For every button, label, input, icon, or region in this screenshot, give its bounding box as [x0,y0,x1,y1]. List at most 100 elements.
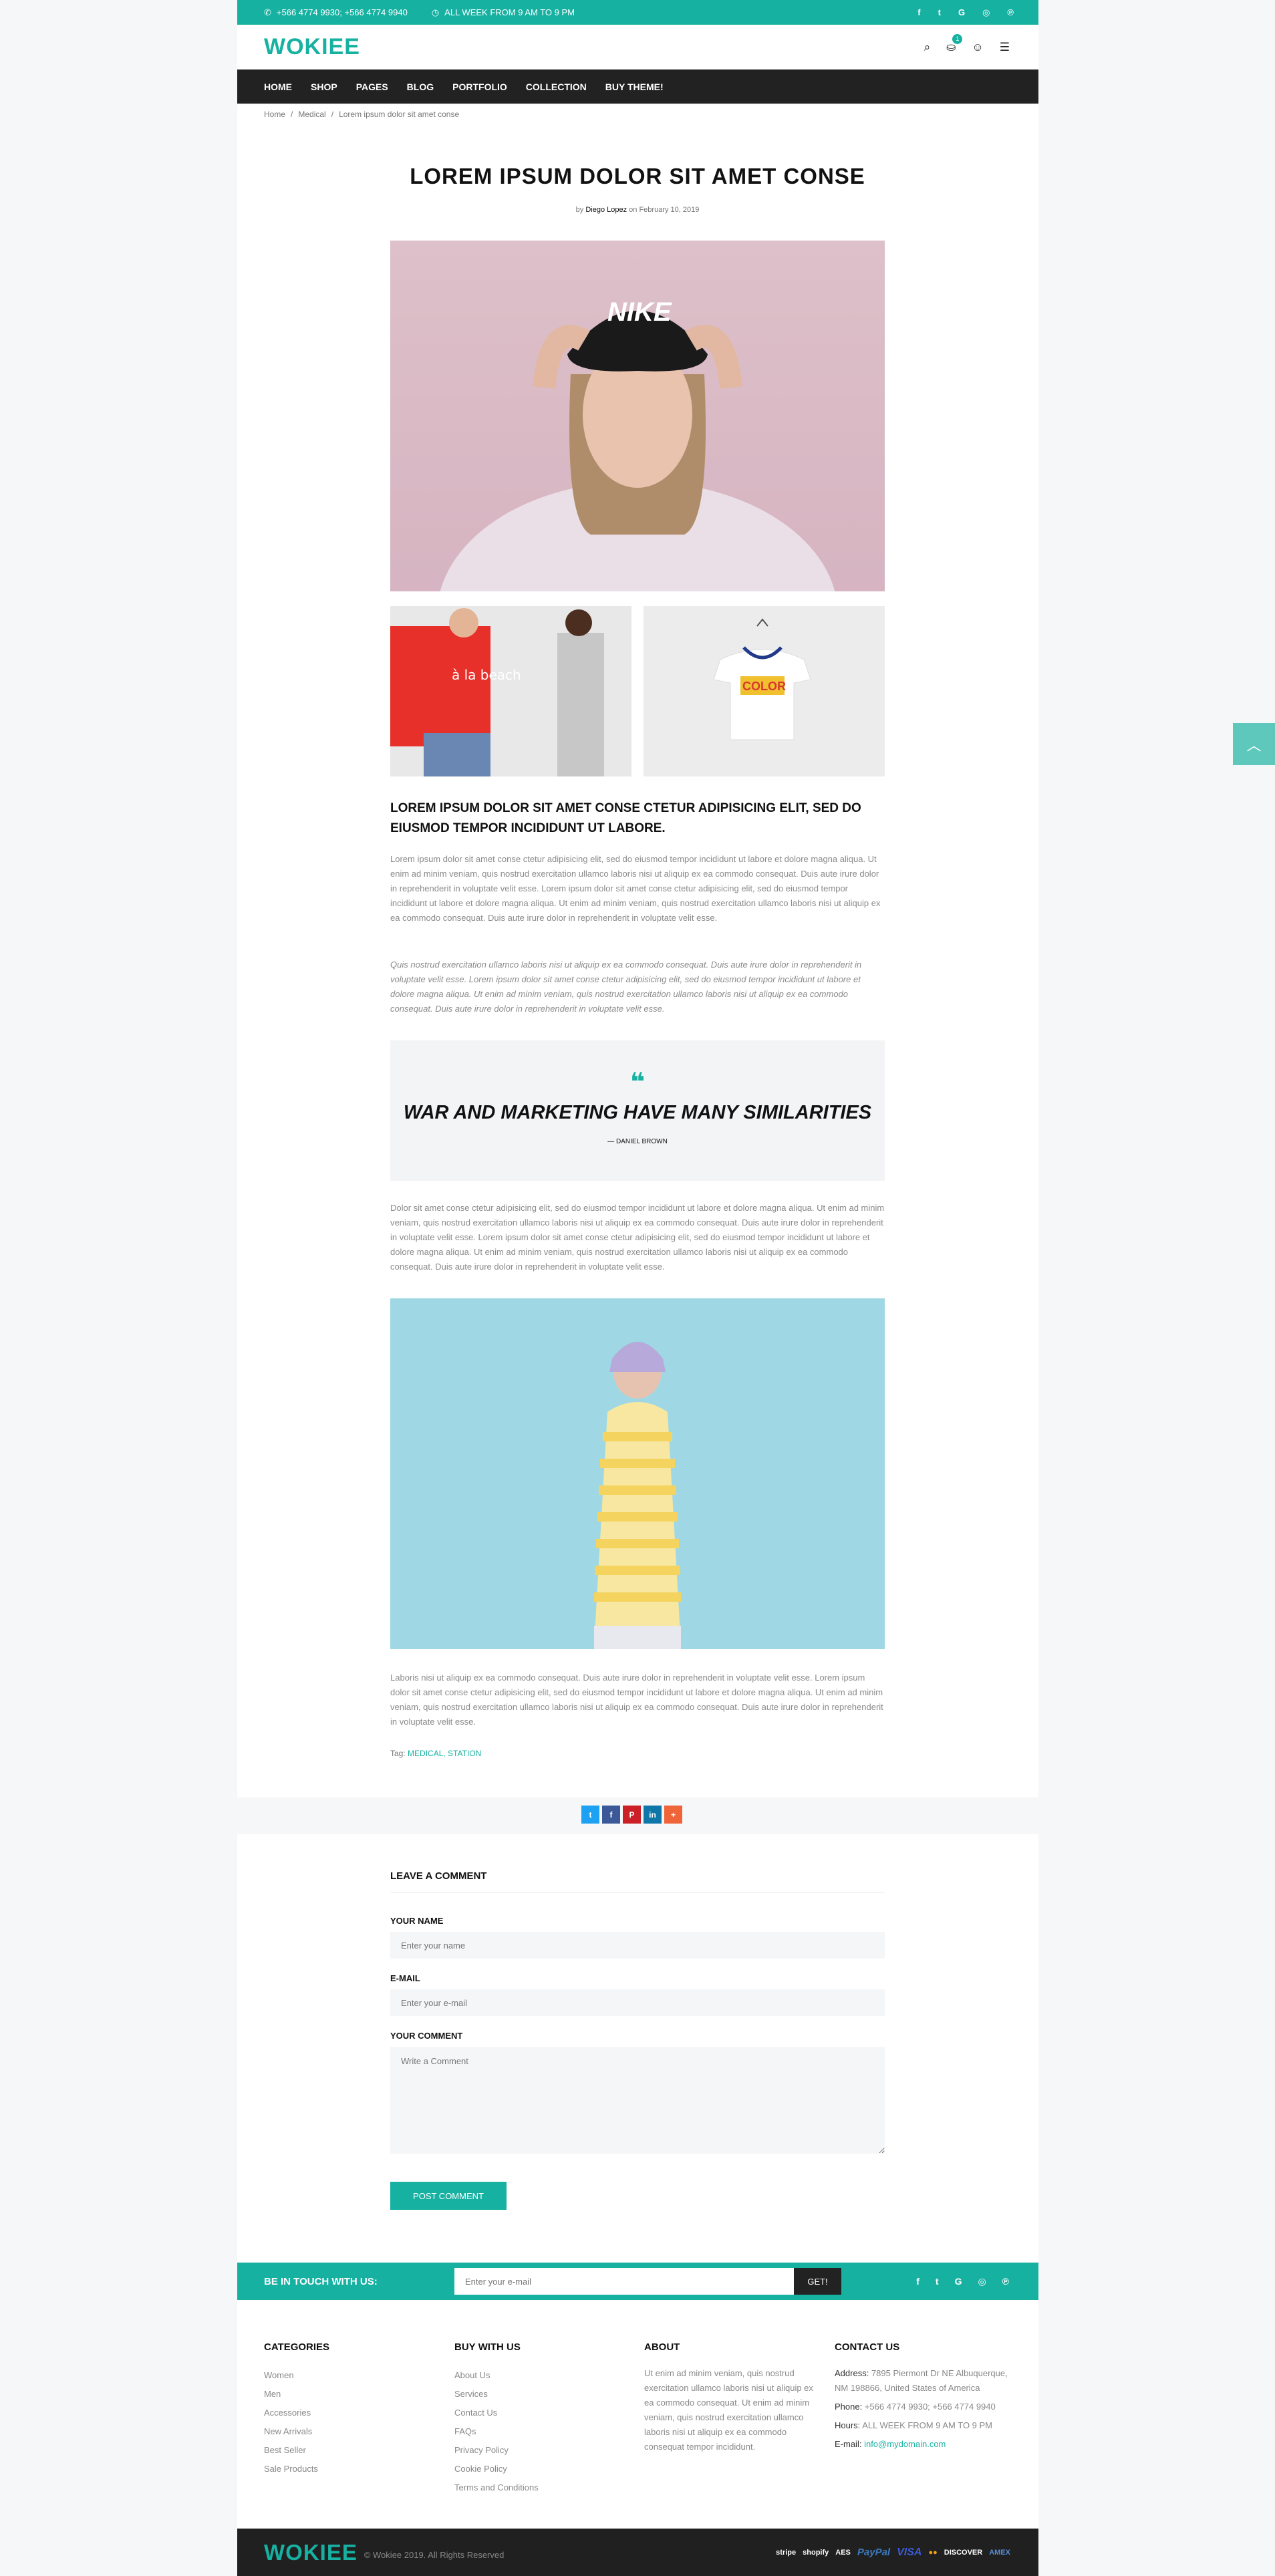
email-input[interactable] [390,1989,885,2016]
footer-facebook-icon[interactable]: f [916,2276,919,2287]
footer-link[interactable]: Contact Us [454,2404,539,2422]
share-facebook-button[interactable]: f [602,1806,620,1824]
shopify-icon: shopify [803,2548,829,2557]
cart-count-badge: 1 [952,33,963,44]
quote-text: WAR AND MARKETING HAVE MANY SIMILARITIES [403,1102,872,1123]
footer-logo[interactable]: WOKIEE [264,2540,358,2565]
paragraph-1: Lorem ipsum dolor sit amet conse ctetur … [390,854,881,923]
footer-link[interactable]: Best Seller [264,2441,329,2460]
google-icon[interactable]: G [958,7,965,18]
facebook-icon[interactable]: f [917,7,920,18]
aes-icon: AES [835,2548,851,2557]
bottom-bar: WOKIEE © Wokiee 2019. All Rights Reserve… [237,2529,1038,2576]
settings-icon[interactable]: ☰ [1000,41,1010,54]
post-author[interactable]: Diego Lopez [585,206,627,214]
newsletter-bar: BE IN TOUCH WITH US: Enter your e-mail G… [237,2263,1038,2300]
search-icon[interactable]: ⌕ [924,41,931,54]
mastercard-icon: ●● [928,2548,938,2557]
nav-shop[interactable]: SHOP [311,82,337,92]
footer-twitter-icon[interactable]: t [936,2276,939,2287]
comment-heading: LEAVE A COMMENT [390,1870,885,1893]
footer-categories: CATEGORIES Women Men Accessories New Arr… [264,2341,329,2478]
footer-google-icon[interactable]: G [955,2276,962,2287]
email-label: E-MAIL [390,1973,420,1983]
share-linkedin-button[interactable]: in [644,1806,662,1824]
gallery-image-left: à la beach [390,606,631,776]
paragraph-4: Laboris nisi ut aliquip ex ea commodo co… [390,1673,883,1727]
breadcrumb-medical[interactable]: Medical [298,110,325,119]
footer-phone: +566 4774 9930; +566 4774 9940 [864,2402,996,2412]
footer-pinterest-icon[interactable]: ℗ [1002,2276,1009,2287]
copyright: © Wokiee 2019. All Rights Reserved [364,2550,505,2560]
discover-icon: DISCOVER [944,2548,983,2557]
scroll-top-button[interactable]: ︿ [1233,723,1275,765]
nav-collection[interactable]: COLLECTION [526,82,587,92]
twitter-icon[interactable]: t [938,7,941,18]
content-image [390,1298,885,1649]
breadcrumb: Home / Medical / Lorem ipsum dolor sit ame… [237,104,1038,124]
newsletter-input[interactable]: Enter your e-mail [454,2268,794,2295]
newsletter-title: BE IN TOUCH WITH US: [264,2275,378,2287]
post-tags: Tag: MEDICAL, STATION [390,1749,482,1758]
nav-pages[interactable]: PAGES [356,82,388,92]
paypal-icon: PayPal [857,2547,891,2558]
footer-link[interactable]: About Us [454,2366,539,2385]
share-more-button[interactable]: + [664,1806,682,1824]
share-pinterest-button[interactable]: P [623,1806,641,1824]
newsletter-submit-button[interactable]: GET! [794,2268,841,2295]
nav-portfolio[interactable]: PORTFOLIO [452,82,507,92]
nav-home[interactable]: HOME [264,82,292,92]
footer-hours: ALL WEEK FROM 9 AM TO 9 PM [862,2420,993,2430]
post-lead: LOREM IPSUM DOLOR SIT AMET CONSE CTETUR … [390,801,861,835]
footer-link[interactable]: Sale Products [264,2460,329,2478]
nav-buy-theme[interactable]: BUY THEME! [605,82,664,92]
name-input[interactable] [390,1932,885,1959]
breadcrumb-home[interactable]: Home [264,110,285,119]
paragraph-3: Dolor sit amet conse ctetur adipisicing … [390,1203,885,1272]
comment-form: LEAVE A COMMENT YOUR NAME E-MAIL YOUR CO… [237,1834,1038,2262]
footer-link[interactable]: FAQs [454,2422,539,2441]
post-byline: by Diego Lopez on February 10, 2019 [575,206,700,214]
header: WOKIEE ⌕ ⛀ 1 ☺ ☰ [237,25,1038,69]
clock-icon: ◷ [431,7,440,17]
blockquote: ❝ WAR AND MARKETING HAVE MANY SIMILARITI… [390,1040,885,1181]
pinterest-icon[interactable]: ℗ [1007,7,1014,18]
footer-link[interactable]: New Arrivals [264,2422,329,2441]
comment-textarea[interactable] [390,2047,885,2154]
top-bar: ✆ +566 4774 9930; +566 4774 9940 ◷ ALL W… [237,0,1038,25]
nav-blog[interactable]: BLOG [407,82,434,92]
main-nav: HOME SHOP PAGES BLOG PORTFOLIO COLLECTIO… [237,69,1038,104]
chevron-up-icon: ︿ [1246,736,1262,754]
instagram-icon[interactable]: ◎ [982,7,990,18]
tag-links[interactable]: MEDICAL, STATION [408,1749,481,1758]
name-label: YOUR NAME [390,1916,444,1926]
footer-contact: CONTACT US Address: 7895 Piermont Dr NE … [835,2341,1008,2449]
stripe-icon: stripe [776,2548,797,2557]
cart-icon[interactable]: ⛀ 1 [946,33,963,54]
breadcrumb-current: Lorem ipsum dolor sit amet conse [339,109,460,119]
logo[interactable]: WOKIEE [264,34,360,60]
quote-author: — DANIEL BROWN [607,1138,668,1145]
comment-label: YOUR COMMENT [390,2031,463,2041]
shirt-print-text: à la beach [452,667,521,683]
footer-about-text: Ut enim ad minim veniam, quis nostrud ex… [644,2368,813,2452]
footer-link[interactable]: Terms and Conditions [454,2478,539,2497]
visa-icon: VISA [897,2546,922,2558]
post-comment-button[interactable]: POST COMMENT [390,2182,507,2210]
footer-link[interactable]: Cookie Policy [454,2460,539,2478]
payment-icons: stripe shopify AES PayPal VISA ●● DISCOV… [776,2547,1010,2559]
phone-icon: ✆ [264,7,271,17]
footer-link[interactable]: Services [454,2385,539,2404]
topbar-hours: ALL WEEK FROM 9 AM TO 9 PM [444,7,575,17]
footer-link[interactable]: Accessories [264,2404,329,2422]
footer-instagram-icon[interactable]: ◎ [978,2276,986,2287]
user-icon[interactable]: ☺ [972,41,983,54]
footer-email-link[interactable]: info@mydomain.com [864,2439,946,2449]
footer-link[interactable]: Women [264,2366,329,2385]
topbar-phone: +566 4774 9930; +566 4774 9940 [276,7,408,17]
footer-about: ABOUT Ut enim ad minim veniam, quis nost… [644,2341,825,2454]
share-twitter-button[interactable]: t [581,1806,599,1824]
post-title: LOREM IPSUM DOLOR SIT AMET CONSE [410,164,865,188]
footer-link[interactable]: Privacy Policy [454,2441,539,2460]
footer-link[interactable]: Men [264,2385,329,2404]
